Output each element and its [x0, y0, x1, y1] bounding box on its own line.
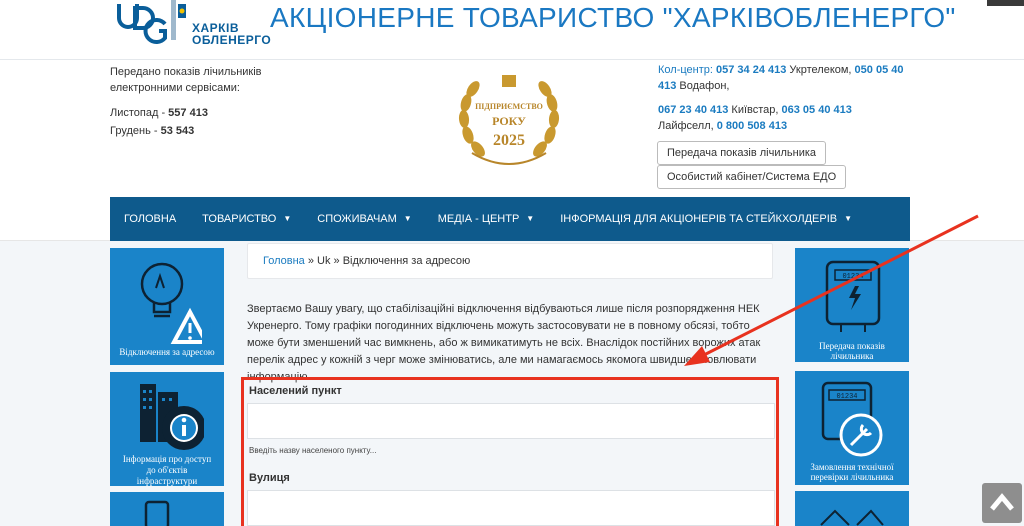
logo-line-2: ОБЛЕНЕРГО	[192, 33, 272, 47]
street-field-label: Вулиця	[249, 472, 290, 484]
operator-label: Водафон,	[676, 80, 730, 92]
stats-intro: Передано показів лічильників електронним…	[110, 66, 262, 94]
breadcrumb-lang: Uk	[317, 255, 331, 267]
stats-row-november: Листопад - 557 413	[110, 105, 290, 121]
chevron-down-icon: ▼	[403, 214, 412, 223]
operator-label: Укртелеком,	[786, 64, 855, 76]
outage-notice-text: Звертаємо Вашу увагу, що стабілізаційні …	[247, 303, 761, 383]
contacts-block: Кол-центр: 057 34 24 413 Укртелеком, 050…	[658, 62, 908, 134]
nav-wrapper: ГОЛОВНА ТОВАРИСТВО ▼ СПОЖИВАЧАМ ▼ МЕДІА - …	[0, 197, 1024, 241]
nav-item-consumers[interactable]: СПОЖИВАЧАМ ▼	[304, 197, 424, 241]
enterprise-of-year-award-icon: ПІДПРИЄМСТВО РОКУ 2025	[450, 63, 568, 173]
tile-caption-3: інфраструктури	[136, 476, 198, 486]
phone-link[interactable]: 067 23 40 413	[658, 104, 728, 116]
electric-meter-icon: 01234	[825, 260, 881, 332]
phone-link[interactable]: 057 34 24 413	[716, 64, 786, 76]
operator-label: Лайфселл,	[658, 120, 717, 132]
nav-item-shareholders[interactable]: ІНФОРМАЦІЯ ДЛЯ АКЦІОНЕРІВ ТА СТЕЙКХОЛДЕР…	[547, 197, 865, 241]
logo-text: ХАРКІВ ОБЛЕНЕРГО	[192, 22, 271, 46]
chevron-down-icon: ▼	[526, 214, 535, 223]
phone-link[interactable]: 0 800 508 413	[717, 120, 787, 132]
lightbulb-warning-icon	[140, 262, 202, 344]
nav-label: МЕДІА - ЦЕНТР	[437, 213, 520, 225]
city-input[interactable]	[247, 403, 775, 439]
month-value: 53 543	[160, 125, 195, 137]
street-input[interactable]	[247, 490, 775, 526]
chevron-down-icon: ▼	[283, 214, 292, 223]
logo-emblem-icon	[171, 0, 186, 40]
scroll-to-top-button[interactable]	[982, 483, 1022, 523]
chevron-down-icon: ▼	[844, 214, 853, 223]
meter-check-wrench-icon: 01234	[821, 381, 883, 457]
company-logo-icon[interactable]	[113, 0, 169, 48]
building-info-icon	[140, 384, 204, 450]
stats-row-december: Грудень - 53 543	[110, 123, 290, 139]
tile-caption-1: Інформація про доступ	[122, 454, 212, 464]
meter-submission-stats: Передано показів лічильників електронним…	[110, 64, 290, 141]
chevron-up-icon	[990, 493, 1014, 511]
address-search-form: Населений пункт Введіть назву населеного…	[241, 377, 779, 526]
city-field-hint: Введіть назву населеного пункту...	[249, 446, 377, 455]
personal-cabinet-button[interactable]: Особистий кабінет/Система ЕДО	[657, 165, 847, 189]
breadcrumb: Головна » Uk » Відключення за адресою	[247, 243, 773, 279]
award-line-1: ПІДПРИЄМСТВО	[475, 102, 543, 111]
tile-outages-by-address[interactable]: Відключення за адресою	[110, 248, 224, 365]
nav-label: СПОЖИВАЧАМ	[317, 213, 397, 225]
meter-digits: 01234	[842, 273, 863, 281]
breadcrumb-current: Відключення за адресою	[342, 255, 471, 267]
phone-icon	[144, 500, 170, 526]
site-header: ХАРКІВ ОБЛЕНЕРГО АКЦІОНЕРНЕ ТОВАРИСТВО "…	[0, 0, 1024, 60]
award-year: 2025	[493, 132, 525, 149]
tile-caption-2: лічильника	[830, 351, 874, 361]
tile-mobile-app[interactable]	[110, 492, 224, 526]
main-navbar: ГОЛОВНА ТОВАРИСТВО ▼ СПОЖИВАЧАМ ▼ МЕДІА - …	[110, 197, 910, 241]
nav-label: ТОВАРИСТВО	[202, 213, 277, 225]
city-field-label: Населений пункт	[249, 385, 342, 397]
tile-caption-2: до об'єктів	[146, 465, 188, 475]
award-line-2: РОКУ	[492, 114, 526, 128]
month-label: Листопад -	[110, 107, 169, 119]
tile-caption: Відключення за адресою	[119, 347, 215, 357]
nav-item-media[interactable]: МЕДІА - ЦЕНТР ▼	[425, 197, 548, 241]
phone-link[interactable]: 063 05 40 413	[782, 104, 852, 116]
power-line-icon	[820, 509, 884, 526]
breadcrumb-separator: »	[304, 255, 318, 267]
tile-meter-readings[interactable]: 01234 Передача показів лічильника	[795, 248, 909, 362]
company-title: АКЦІОНЕРНЕ ТОВАРИСТВО "ХАРКІВОБЛЕНЕРГО"	[270, 2, 956, 33]
callcenter-label: Кол-центр:	[658, 64, 713, 76]
operator-label: Київстар,	[728, 104, 782, 116]
top-right-bar	[987, 0, 1024, 6]
meter-digits: 01234	[836, 393, 857, 401]
contacts-line-1: Кол-центр: 057 34 24 413 Укртелеком, 050…	[658, 62, 908, 94]
nav-label: ІНФОРМАЦІЯ ДЛЯ АКЦІОНЕРІВ ТА СТЕЙКХОЛДЕР…	[560, 213, 838, 225]
tile-infrastructure-access[interactable]: Інформація про доступ до об'єктів інфрас…	[110, 372, 224, 486]
breadcrumb-home-link[interactable]: Головна	[263, 255, 305, 267]
tile-power-lines[interactable]	[795, 491, 909, 526]
nav-label: ГОЛОВНА	[124, 213, 177, 225]
nav-item-home[interactable]: ГОЛОВНА	[110, 197, 189, 241]
month-label: Грудень -	[110, 125, 161, 137]
contacts-line-2: 067 23 40 413 Київстар, 063 05 40 413 Ла…	[658, 102, 908, 134]
breadcrumb-separator: »	[330, 255, 343, 267]
nav-item-company[interactable]: ТОВАРИСТВО ▼	[189, 197, 304, 241]
tile-technical-check[interactable]: 01234 Замовлення технічної перевірки ліч…	[795, 371, 909, 485]
month-value: 557 413	[168, 107, 208, 119]
tile-caption-2: перевірки лічильника	[810, 472, 894, 482]
meter-readings-button[interactable]: Передача показів лічильника	[657, 141, 827, 165]
